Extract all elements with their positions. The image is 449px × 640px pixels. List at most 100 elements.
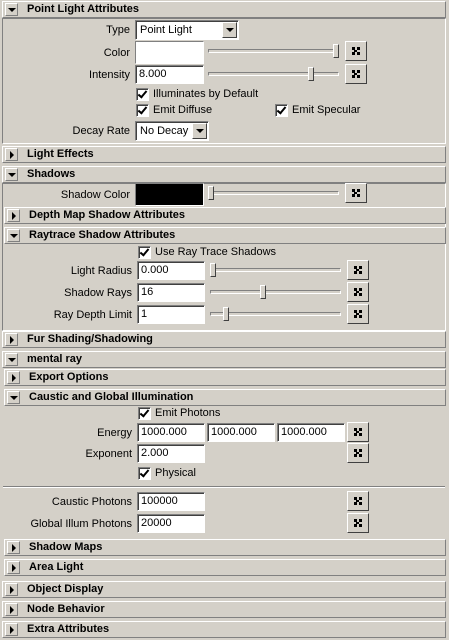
section-title: Caustic and Global Illumination [29,391,194,403]
slider-thumb[interactable] [210,263,216,277]
collapse-arrow-icon[interactable] [7,229,20,242]
section-header-mental-ray[interactable]: mental ray [2,351,446,368]
section-header-caustic-gi[interactable]: Caustic and Global Illumination [4,389,446,406]
light-radius-field[interactable]: 0.000 [137,261,205,280]
decay-rate-value: No Decay [140,125,189,137]
type-value: Point Light [140,24,192,36]
light-radius-label: Light Radius [70,265,132,277]
gi-photons-label: Global Illum Photons [30,518,133,530]
expand-arrow-icon[interactable] [7,561,20,574]
slider-thumb[interactable] [333,44,339,58]
expand-arrow-icon[interactable] [5,583,18,596]
energy-map-button[interactable] [347,422,369,442]
slider-thumb[interactable] [308,67,314,81]
section-header-depth-map[interactable]: Depth Map Shadow Attributes [4,207,446,224]
physical-checkbox[interactable] [138,467,151,480]
decay-rate-dropdown[interactable]: No Decay [135,121,209,141]
section-title: Extra Attributes [27,623,110,635]
section-header-export-options[interactable]: Export Options [4,369,446,386]
collapse-arrow-icon[interactable] [5,353,18,366]
section-title: Depth Map Shadow Attributes [29,209,186,221]
shadow-rays-field[interactable]: 16 [137,283,205,302]
gi-photons-map-button[interactable] [347,513,369,533]
section-header-raytrace[interactable]: Raytrace Shadow Attributes [4,227,446,244]
emit-diffuse-label: Emit Diffuse [153,104,213,116]
section-title: Raytrace Shadow Attributes [29,229,176,241]
section-title: Export Options [29,371,109,383]
shadow-rays-slider[interactable] [210,285,341,299]
energy-g-field[interactable]: 1000.000 [207,423,275,442]
section-title: Node Behavior [27,603,105,615]
section-header-shadow-maps[interactable]: Shadow Maps [4,539,446,556]
exponent-field[interactable]: 2.000 [137,444,205,463]
exponent-map-button[interactable] [347,443,369,463]
emit-photons-label: Emit Photons [155,407,221,419]
shadow-rays-map-button[interactable] [347,282,369,302]
type-dropdown[interactable]: Point Light [135,20,239,40]
section-title: mental ray [27,353,83,365]
intensity-map-button[interactable] [345,64,367,84]
illuminates-by-default-label: Illuminates by Default [153,88,259,100]
collapse-arrow-icon[interactable] [7,391,20,404]
illuminates-by-default-checkbox[interactable] [136,88,149,101]
intensity-field[interactable]: 8.000 [135,65,204,84]
collapse-arrow-icon[interactable] [5,168,18,181]
section-header-fur[interactable]: Fur Shading/Shadowing [2,331,446,348]
gi-photons-field[interactable]: 20000 [137,514,205,533]
caustic-photons-map-button[interactable] [347,491,369,511]
energy-b-field[interactable]: 1000.000 [277,423,345,442]
expand-arrow-icon[interactable] [5,603,18,616]
light-radius-slider[interactable] [210,263,341,277]
section-title: Object Display [27,583,104,595]
color-map-button[interactable] [345,41,367,61]
slider-thumb[interactable] [260,285,266,299]
section-title: Shadow Maps [29,541,103,553]
section-header-area-light[interactable]: Area Light [4,559,446,576]
chevron-down-icon[interactable] [222,22,237,38]
color-slider[interactable] [208,44,339,58]
type-label: Type [106,24,130,36]
expand-arrow-icon[interactable] [5,148,18,161]
emit-photons-checkbox[interactable] [138,407,151,420]
collapse-arrow-icon[interactable] [5,3,18,16]
ray-depth-limit-field[interactable]: 1 [137,305,205,324]
section-title: Shadows [27,168,76,180]
slider-thumb[interactable] [222,307,229,321]
expand-arrow-icon[interactable] [7,209,20,222]
emit-specular-checkbox[interactable] [275,104,288,117]
use-ray-trace-shadows-label: Use Ray Trace Shadows [155,246,277,258]
shadow-color-swatch[interactable] [135,183,204,206]
chevron-down-icon[interactable] [192,123,207,139]
physical-label: Physical [155,467,196,479]
expand-arrow-icon[interactable] [7,541,20,554]
use-ray-trace-shadows-checkbox[interactable] [138,246,151,259]
section-header-node-behavior[interactable]: Node Behavior [2,601,446,618]
shadow-color-map-button[interactable] [345,183,367,203]
section-title: Fur Shading/Shadowing [27,333,153,345]
intensity-slider[interactable] [208,67,339,81]
slider-thumb[interactable] [208,186,214,200]
energy-r-field[interactable]: 1000.000 [137,423,205,442]
ray-depth-limit-slider[interactable] [210,307,341,321]
slider-groove [208,72,339,76]
color-swatch[interactable] [135,41,204,64]
section-header-shadows[interactable]: Shadows [2,166,446,183]
section-title: Point Light Attributes [27,3,140,15]
section-header-point-light[interactable]: Point Light Attributes [2,1,446,18]
shadow-color-slider[interactable] [208,186,339,200]
caustic-photons-field[interactable]: 100000 [137,492,205,511]
section-header-light-effects[interactable]: Light Effects [2,146,446,163]
shadow-rays-label: Shadow Rays [64,287,132,299]
expand-arrow-icon[interactable] [5,623,18,636]
emit-diffuse-checkbox[interactable] [136,104,149,117]
slider-groove [210,290,341,294]
section-title: Area Light [29,561,84,573]
expand-arrow-icon[interactable] [7,371,20,384]
light-radius-map-button[interactable] [347,260,369,280]
section-header-object-display[interactable]: Object Display [2,581,446,598]
intensity-label: Intensity [89,69,130,81]
slider-groove [210,312,341,316]
section-header-extra-attributes[interactable]: Extra Attributes [2,621,446,638]
ray-depth-limit-map-button[interactable] [347,304,369,324]
expand-arrow-icon[interactable] [5,333,18,346]
